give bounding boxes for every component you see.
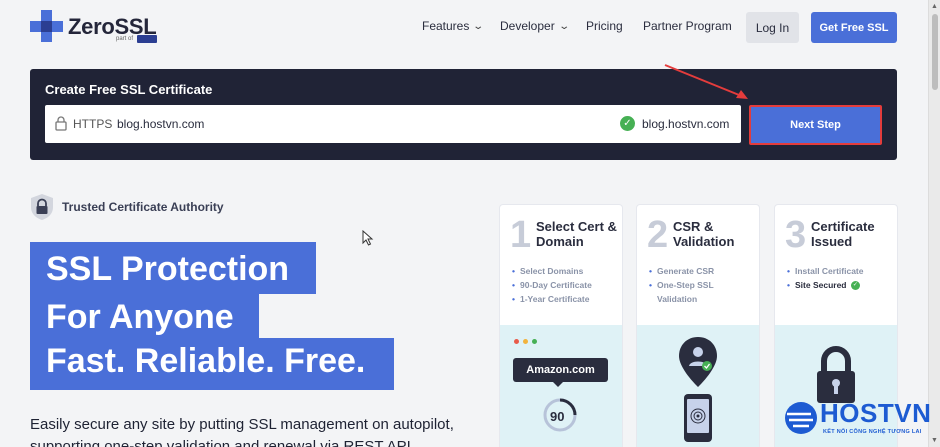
next-step-button[interactable]: Next Step (749, 105, 882, 145)
parent-brand-badge (137, 35, 157, 43)
scrollbar-thumb[interactable] (932, 14, 938, 90)
logo-cross-icon (30, 10, 63, 42)
chevron-down-icon: ⌄ (558, 20, 570, 32)
nav-link-features[interactable]: Features ⌄ (422, 19, 485, 33)
verified-domain-label: blog.hostvn.com (642, 117, 730, 131)
logo-subtitle: part of (116, 36, 134, 42)
step-title: Select Cert & Domain (536, 219, 617, 249)
check-circle-icon: ✓ (620, 116, 635, 131)
nav-link-label: Features (422, 19, 470, 33)
padlock-icon (817, 346, 855, 403)
hero-heading-line-3: Fast. Reliable. Free. (30, 338, 394, 390)
step-card-2: 2 CSR & Validation Generate CSR One-Step… (637, 205, 759, 447)
hostvn-watermark: HOSTVN KẾT NỐI CÔNG NGHỆ TƯƠNG LAI (783, 398, 933, 442)
step-list: Select Domains 90-Day Certificate 1-Year… (512, 264, 616, 306)
fingerprint-phone-icon (684, 394, 712, 442)
check-circle-icon: ✓ (850, 281, 860, 291)
hostvn-tagline: KẾT NỐI CÔNG NGHỆ TƯƠNG LAI (823, 429, 922, 435)
trust-label: Trusted Certificate Authority (62, 200, 224, 214)
step-list: Install Certificate Site Secured ✓ (787, 264, 891, 292)
step-number: 1 (510, 214, 532, 256)
list-item: 1-Year Certificate (512, 292, 616, 306)
list-item: One-Step SSL Validation (649, 278, 753, 306)
user-pin-icon (679, 337, 717, 387)
page-scrollbar[interactable]: ▲ ▼ (928, 0, 940, 447)
nav-link-label: Pricing (586, 19, 623, 33)
list-item: Install Certificate (787, 264, 891, 278)
list-item: Select Domains (512, 264, 616, 278)
step-title: CSR & Validation (673, 219, 735, 249)
lock-icon (55, 116, 67, 131)
list-item: Generate CSR (649, 264, 753, 278)
domain-pill: Amazon.com (513, 358, 608, 382)
scroll-up-icon[interactable]: ▲ (931, 3, 938, 10)
domain-input[interactable] (117, 117, 517, 131)
step-illustration (637, 325, 759, 447)
step-illustration: Amazon.com 90 (500, 325, 622, 447)
step-number: 2 (647, 214, 669, 256)
list-item-site-secured: Site Secured ✓ (787, 278, 891, 292)
window-dots-icon (514, 339, 537, 344)
hero-heading-line-2: For Anyone (30, 294, 259, 338)
chevron-down-icon: ⌄ (472, 20, 485, 32)
protocol-label: HTTPS (73, 117, 113, 131)
nav-link-developer[interactable]: Developer ⌄ (500, 19, 570, 33)
gauge-value: 90 (550, 409, 565, 424)
mouse-cursor-icon (362, 230, 374, 246)
domain-input-box[interactable]: HTTPS ✓ blog.hostvn.com (45, 105, 741, 143)
step-title: Certificate Issued (811, 219, 875, 249)
hero-heading-line-1: SSL Protection (30, 242, 316, 294)
shield-lock-icon (31, 194, 53, 220)
login-button[interactable]: Log In (746, 12, 799, 43)
list-item-label: Site Secured (795, 280, 847, 290)
top-nav: ZeroSSL part of Features ⌄ Developer ⌄ P… (0, 0, 928, 55)
create-ssl-panel: Create Free SSL Certificate HTTPS ✓ blog… (30, 69, 897, 160)
step-list: Generate CSR One-Step SSL Validation (649, 264, 753, 306)
hero-description: Easily secure any site by putting SSL ma… (30, 416, 454, 447)
get-free-ssl-button[interactable]: Get Free SSL (811, 12, 897, 43)
step-number: 3 (785, 214, 807, 256)
zerossl-logo[interactable]: ZeroSSL part of (30, 10, 170, 46)
panel-title: Create Free SSL Certificate (45, 82, 213, 97)
annotation-arrow-icon (664, 64, 748, 99)
hostvn-logo-icon (785, 402, 817, 434)
nav-link-pricing[interactable]: Pricing (586, 19, 623, 33)
pill-tail (552, 381, 564, 387)
list-item: 90-Day Certificate (512, 278, 616, 292)
nav-link-partner-program[interactable]: Partner Program (643, 19, 732, 33)
hostvn-brand: HOSTVN (820, 398, 932, 428)
nav-link-label: Developer (500, 19, 555, 33)
step-card-1: 1 Select Cert & Domain Select Domains 90… (500, 205, 622, 447)
nav-link-label: Partner Program (643, 19, 732, 33)
